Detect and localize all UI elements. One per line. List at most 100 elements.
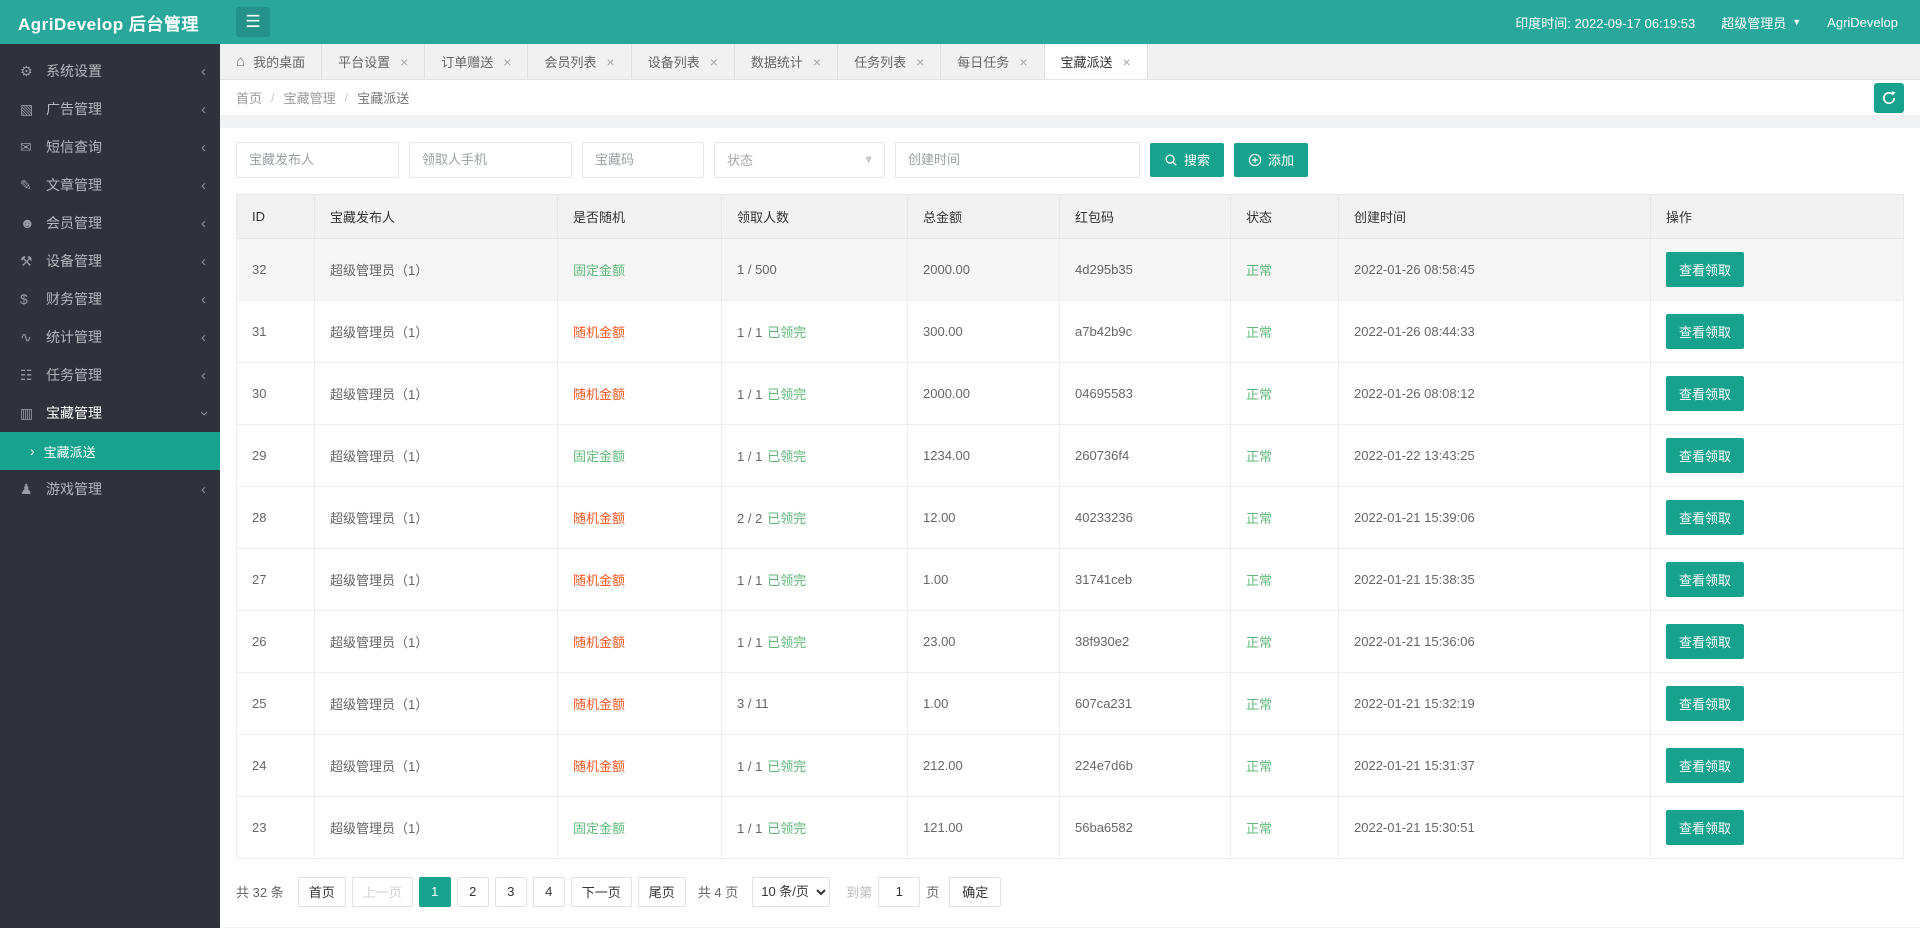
- sidebar-item-article-management[interactable]: ✎ 文章管理 ‹: [0, 166, 220, 204]
- status-label: 正常: [1246, 448, 1273, 464]
- tab-daily-task[interactable]: 每日任务 ×: [941, 44, 1045, 80]
- page-last-button[interactable]: 尾页: [637, 876, 686, 907]
- phone-filter-input[interactable]: [409, 141, 572, 178]
- sidebar-item-sms-query[interactable]: ✉ 短信查询 ‹: [0, 128, 220, 166]
- search-button[interactable]: 搜索: [1150, 142, 1225, 177]
- table-row: 24 超级管理员（1） 随机金额 1 / 1 已领完 212.00 224e7d6…: [236, 733, 1904, 797]
- publisher-cell: 超级管理员（1）: [314, 671, 558, 735]
- column-header: 创建时间: [1338, 193, 1651, 239]
- publisher-cell: 超级管理员（1）: [314, 547, 558, 611]
- chevron-icon: ‹: [201, 328, 206, 346]
- status-label: 正常: [1246, 696, 1273, 712]
- chevron-icon: ‹: [201, 100, 206, 118]
- status-cell: 正常: [1230, 485, 1339, 549]
- sidebar-toggle-button[interactable]: ☰: [236, 7, 270, 37]
- claim-progress: 1 / 1: [737, 758, 763, 774]
- tab-close-icon[interactable]: ×: [916, 54, 924, 70]
- claim-done-label: 已领完: [767, 324, 807, 340]
- view-claims-button[interactable]: 查看领取: [1666, 747, 1745, 783]
- view-claims-button[interactable]: 查看领取: [1666, 809, 1745, 845]
- claim-done-label: 已领完: [767, 386, 807, 402]
- page-4-button[interactable]: 4: [532, 876, 565, 907]
- status-cell: 正常: [1230, 237, 1339, 301]
- stats-icon: ∿: [20, 328, 32, 345]
- user-menu[interactable]: 超级管理员 ▼: [1721, 13, 1801, 32]
- brand-link[interactable]: AgriDevelop: [1827, 15, 1898, 30]
- tab-treasure-delivery[interactable]: 宝藏派送 ×: [1044, 44, 1148, 80]
- add-button[interactable]: 添加: [1234, 142, 1309, 177]
- tab-close-icon[interactable]: ×: [1019, 54, 1027, 70]
- publisher-cell: 超级管理员（1）: [314, 361, 558, 425]
- search-icon: [1165, 154, 1177, 166]
- tab-platform-settings[interactable]: 平台设置 ×: [322, 44, 426, 80]
- page-1-button[interactable]: 1: [418, 876, 451, 907]
- view-claims-button[interactable]: 查看领取: [1666, 313, 1745, 349]
- treasure-icon: ▥: [20, 404, 34, 421]
- publisher-cell: 超级管理员（1）: [314, 485, 558, 549]
- row-id-cell: 32: [236, 237, 315, 301]
- refresh-button[interactable]: [1874, 82, 1904, 113]
- tab-device-list[interactable]: 设备列表 ×: [632, 44, 735, 80]
- status-cell: 正常: [1230, 795, 1339, 859]
- sidebar-item-treasure-management[interactable]: ▥ 宝藏管理 ‹: [0, 394, 220, 432]
- created-time-filter-input[interactable]: [895, 141, 1140, 178]
- tab-member-list[interactable]: 会员列表 ×: [528, 44, 632, 80]
- column-header: 状态: [1230, 193, 1339, 239]
- tab-close-icon[interactable]: ×: [1123, 54, 1131, 70]
- plus-circle-icon: [1248, 153, 1262, 167]
- publisher-filter-input[interactable]: [236, 141, 399, 178]
- tab-close-icon[interactable]: ×: [710, 54, 718, 70]
- tab-close-icon[interactable]: ×: [503, 54, 511, 70]
- claim-progress: 3 / 11: [737, 695, 769, 711]
- claim-progress: 2 / 2: [737, 510, 763, 526]
- row-id-cell: 24: [236, 733, 315, 797]
- view-claims-button[interactable]: 查看领取: [1666, 623, 1745, 659]
- action-cell: 查看领取: [1650, 423, 1904, 487]
- random-type-cell: 固定金额: [557, 423, 722, 487]
- sidebar-item-system-settings[interactable]: ⚙ 系统设置 ‹: [0, 52, 220, 90]
- sidebar-item-stats-management[interactable]: ∿ 统计管理 ‹: [0, 318, 220, 356]
- status-label: 正常: [1246, 510, 1273, 526]
- view-claims-button[interactable]: 查看领取: [1666, 375, 1745, 411]
- sidebar-item-game-management[interactable]: ♟ 游戏管理 ‹: [0, 470, 220, 508]
- page-3-button[interactable]: 3: [494, 876, 527, 907]
- created-time-cell: 2022-01-22 13:43:25: [1338, 423, 1651, 487]
- tab-close-icon[interactable]: ×: [813, 54, 821, 70]
- publisher-cell: 超级管理员（1）: [314, 609, 558, 673]
- sidebar-item-ad-management[interactable]: ▧ 广告管理 ‹: [0, 90, 220, 128]
- row-id-cell: 25: [236, 671, 315, 735]
- page-next-button[interactable]: 下一页: [570, 876, 632, 907]
- tab-close-icon[interactable]: ×: [607, 54, 615, 70]
- page-2-button[interactable]: 2: [456, 876, 489, 907]
- sidebar-subitem-treasure-delivery[interactable]: › 宝藏派送: [0, 432, 220, 470]
- sidebar-item-device-management[interactable]: ⚒ 设备管理 ‹: [0, 242, 220, 280]
- tab-task-list[interactable]: 任务列表 ×: [838, 44, 942, 80]
- confirm-button[interactable]: 确定: [949, 876, 1002, 907]
- tab-order-gift[interactable]: 订单赠送 ×: [425, 44, 529, 80]
- view-claims-button[interactable]: 查看领取: [1666, 561, 1745, 597]
- page-buttons: 首页 上一页 1 2 3 4 下一页 尾页: [297, 876, 686, 907]
- sidebar-item-finance-management[interactable]: $ 财务管理 ‹: [0, 280, 220, 318]
- status-select[interactable]: 状态 ▼: [714, 141, 885, 178]
- tab-data-stats[interactable]: 数据统计 ×: [735, 44, 839, 80]
- code-filter-input[interactable]: [582, 141, 704, 178]
- jump-page-input[interactable]: [878, 876, 921, 907]
- page-size-select[interactable]: 10 条/页: [752, 876, 831, 907]
- publisher-cell: 超级管理员（1）: [314, 237, 558, 301]
- claim-progress: 1 / 1: [737, 634, 763, 650]
- view-claims-button[interactable]: 查看领取: [1666, 437, 1745, 473]
- view-claims-button[interactable]: 查看领取: [1666, 251, 1745, 287]
- breadcrumb-item[interactable]: 首页: [236, 88, 262, 107]
- search-button-label: 搜索: [1184, 153, 1211, 169]
- tab-desktop[interactable]: ⌂ 我的桌面: [220, 44, 323, 80]
- view-claims-button[interactable]: 查看领取: [1666, 499, 1745, 535]
- column-header: 领取人数: [721, 193, 908, 239]
- tab-close-icon[interactable]: ×: [400, 54, 408, 70]
- view-claims-button[interactable]: 查看领取: [1666, 685, 1745, 721]
- sidebar-item-label: 系统设置: [46, 63, 102, 79]
- page-first-button[interactable]: 首页: [297, 876, 346, 907]
- breadcrumb-item[interactable]: 宝藏管理: [284, 88, 336, 107]
- created-time-cell: 2022-01-21 15:31:37: [1338, 733, 1651, 797]
- sidebar-item-member-management[interactable]: ☻ 会员管理 ‹: [0, 204, 220, 242]
- sidebar-item-task-management[interactable]: ☷ 任务管理 ‹: [0, 356, 220, 394]
